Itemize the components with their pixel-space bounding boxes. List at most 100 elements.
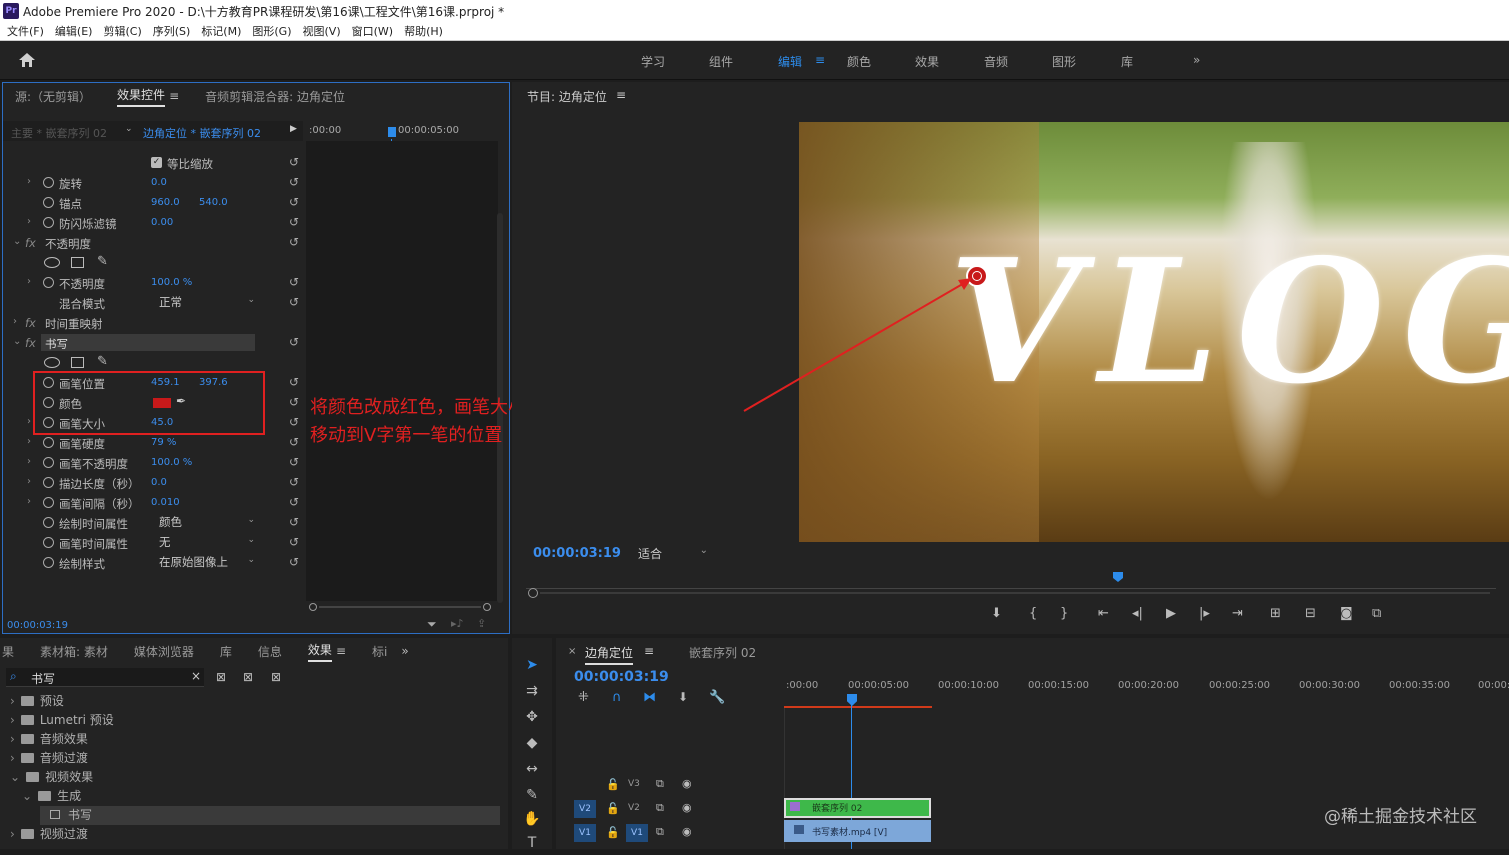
camera-icon[interactable]: ◙ xyxy=(1340,606,1353,621)
reset-icon[interactable]: ↺ xyxy=(289,335,299,349)
reset-icon[interactable]: ↺ xyxy=(289,495,299,509)
eye-icon[interactable]: ◉ xyxy=(682,777,692,790)
ripple-edit-tool-icon[interactable]: ✥ xyxy=(522,709,542,729)
write-effect-highlight[interactable] xyxy=(41,334,255,351)
tree-item-video-transitions[interactable]: › 视频过渡 xyxy=(10,825,88,844)
sequence-clip-label[interactable]: 边角定位 * 嵌套序列 02 xyxy=(143,125,261,141)
add-marker-icon[interactable]: ⬇ xyxy=(678,690,688,704)
reset-icon[interactable]: ↺ xyxy=(289,415,299,429)
track-select-tool-icon[interactable]: ⇉ xyxy=(522,683,542,703)
stopwatch-icon[interactable] xyxy=(43,277,54,288)
step-back-icon[interactable]: ◂| xyxy=(1132,606,1143,621)
master-clip-label[interactable]: 主要 * 嵌套序列 02 xyxy=(11,125,107,141)
workspace-audio[interactable]: 音频 xyxy=(984,53,1008,70)
fx-badge[interactable]: fx xyxy=(25,336,36,350)
horizontal-scrollbar[interactable] xyxy=(309,603,491,611)
tab-media-browser[interactable]: 媒体浏览器 xyxy=(134,643,194,660)
accelerated-effects-icon[interactable]: ⊠ xyxy=(216,670,226,684)
work-area-bar[interactable] xyxy=(784,706,932,708)
reset-icon[interactable]: ↺ xyxy=(289,155,299,169)
workspace-more-icon[interactable]: » xyxy=(1193,53,1200,67)
expand-arrow-icon[interactable]: › xyxy=(27,456,31,467)
stopwatch-icon[interactable] xyxy=(43,217,54,228)
add-marker-icon[interactable]: ⬇ xyxy=(991,606,1002,621)
menu-graphics[interactable]: 图形(G) xyxy=(252,23,291,39)
vlog-text[interactable]: VLOG xyxy=(949,237,1509,407)
timeline-playhead[interactable] xyxy=(847,694,857,706)
timeline-ruler[interactable]: :00:00 00:00:05:00 00:00:10:00 00:00:15:… xyxy=(784,680,1509,708)
checkbox-icon[interactable]: ✓ xyxy=(151,157,162,168)
pen-mask-icon[interactable]: ✎ xyxy=(97,254,108,269)
expand-arrow-icon[interactable]: › xyxy=(27,216,31,227)
mark-in-icon[interactable]: { xyxy=(1029,606,1037,621)
expand-arrow-icon[interactable]: › xyxy=(27,416,31,427)
snap-icon[interactable]: ∩ xyxy=(612,690,622,705)
reset-icon[interactable]: ↺ xyxy=(289,435,299,449)
tab-libraries[interactable]: 库 xyxy=(220,643,232,660)
reset-icon[interactable]: ↺ xyxy=(289,195,299,209)
tab-markers[interactable]: 标i xyxy=(372,643,387,660)
play-only-icon[interactable]: ▶ xyxy=(290,124,297,134)
expand-arrow-icon[interactable]: › xyxy=(13,316,17,327)
scroll-handle-left[interactable] xyxy=(309,603,317,611)
selection-tool-icon[interactable]: ➤ xyxy=(522,657,542,677)
reset-icon[interactable]: ↺ xyxy=(289,295,299,309)
menu-help[interactable]: 帮助(H) xyxy=(404,23,443,39)
stopwatch-icon[interactable] xyxy=(43,437,54,448)
brush-spacing-value[interactable]: 0.010 xyxy=(151,497,180,508)
go-to-out-icon[interactable]: ⇥ xyxy=(1232,606,1243,621)
razor-tool-icon[interactable]: ◆ xyxy=(522,735,542,755)
tree-item-audio-effects[interactable]: › 音频效果 xyxy=(10,730,88,749)
menu-window[interactable]: 窗口(W) xyxy=(352,23,393,39)
menu-marker[interactable]: 标记(M) xyxy=(201,23,241,39)
reset-icon[interactable]: ↺ xyxy=(289,175,299,189)
paint-time-prop-dropdown[interactable]: 颜色 ⌄ xyxy=(155,514,259,531)
chevron-down-icon[interactable]: ⌄ xyxy=(125,124,133,134)
lock-icon[interactable]: 🔓 xyxy=(606,826,620,839)
workspace-effects[interactable]: 效果 xyxy=(915,53,939,70)
menu-clip[interactable]: 剪辑(C) xyxy=(103,23,141,39)
rectangle-mask-icon[interactable] xyxy=(71,257,84,268)
clip-nested-sequence[interactable]: 嵌套序列 02 xyxy=(784,798,931,818)
menu-sequence[interactable]: 序列(S) xyxy=(153,23,191,39)
lock-icon[interactable]: 🔓 xyxy=(606,778,620,791)
reset-icon[interactable]: ↺ xyxy=(289,375,299,389)
pen-mask-icon[interactable]: ✎ xyxy=(97,354,108,369)
step-forward-icon[interactable]: |▸ xyxy=(1199,606,1210,621)
tab-nested-sequence[interactable]: 嵌套序列 02 xyxy=(689,644,756,661)
audio-play-icon[interactable]: ▸♪ xyxy=(451,617,464,630)
more-tabs-icon[interactable]: » xyxy=(401,644,408,658)
program-timecode[interactable]: 00:00:03:19 xyxy=(533,546,621,561)
stopwatch-icon[interactable] xyxy=(43,197,54,208)
hand-tool-icon[interactable]: ✋ xyxy=(522,811,542,831)
track-header-v3[interactable]: 🔓 V3 ⧉ ◉ xyxy=(570,774,784,796)
track-name[interactable]: V1 xyxy=(626,824,648,842)
track-header-v2[interactable]: V2 🔓 V2 ⧉ ◉ xyxy=(570,798,784,820)
reset-icon[interactable]: ↺ xyxy=(289,275,299,289)
workspace-graphics[interactable]: 图形 xyxy=(1052,53,1076,70)
go-to-in-icon[interactable]: ⇤ xyxy=(1098,606,1109,621)
tab-source[interactable]: 源:（无剪辑） xyxy=(15,88,91,105)
anchor-x-value[interactable]: 960.0 xyxy=(151,197,180,208)
insert-nest-icon[interactable]: ⁜ xyxy=(578,690,589,705)
tab-effects[interactable]: 效果 xyxy=(307,641,332,662)
rectangle-mask-icon[interactable] xyxy=(71,357,84,368)
reset-icon[interactable]: ↺ xyxy=(289,215,299,229)
fx-badge[interactable]: fx xyxy=(25,236,36,250)
panel-menu-icon[interactable]: ≡ xyxy=(169,89,179,103)
export-icon[interactable]: ⇪ xyxy=(477,617,486,630)
anchor-y-value[interactable]: 540.0 xyxy=(199,197,228,208)
sync-lock-icon[interactable]: ⧉ xyxy=(656,801,664,815)
type-tool-icon[interactable]: T xyxy=(522,835,542,855)
ellipse-mask-icon[interactable] xyxy=(44,357,60,368)
keyframe-area[interactable] xyxy=(306,141,498,601)
tree-item-audio-transitions[interactable]: › 音频过渡 xyxy=(10,749,88,768)
reset-icon[interactable]: ↺ xyxy=(289,455,299,469)
slip-tool-icon[interactable]: ↔ xyxy=(522,761,542,781)
track-header-v1[interactable]: V1 🔓 V1 ⧉ ◉ xyxy=(570,822,784,844)
zoom-handle-left[interactable] xyxy=(528,588,538,598)
paint-style-dropdown[interactable]: 在原始图像上 ⌄ xyxy=(155,554,259,571)
workspace-learn[interactable]: 学习 xyxy=(641,53,665,70)
tab-bin[interactable]: 素材箱: 素材 xyxy=(40,643,108,660)
program-scrubber[interactable] xyxy=(526,568,1496,592)
